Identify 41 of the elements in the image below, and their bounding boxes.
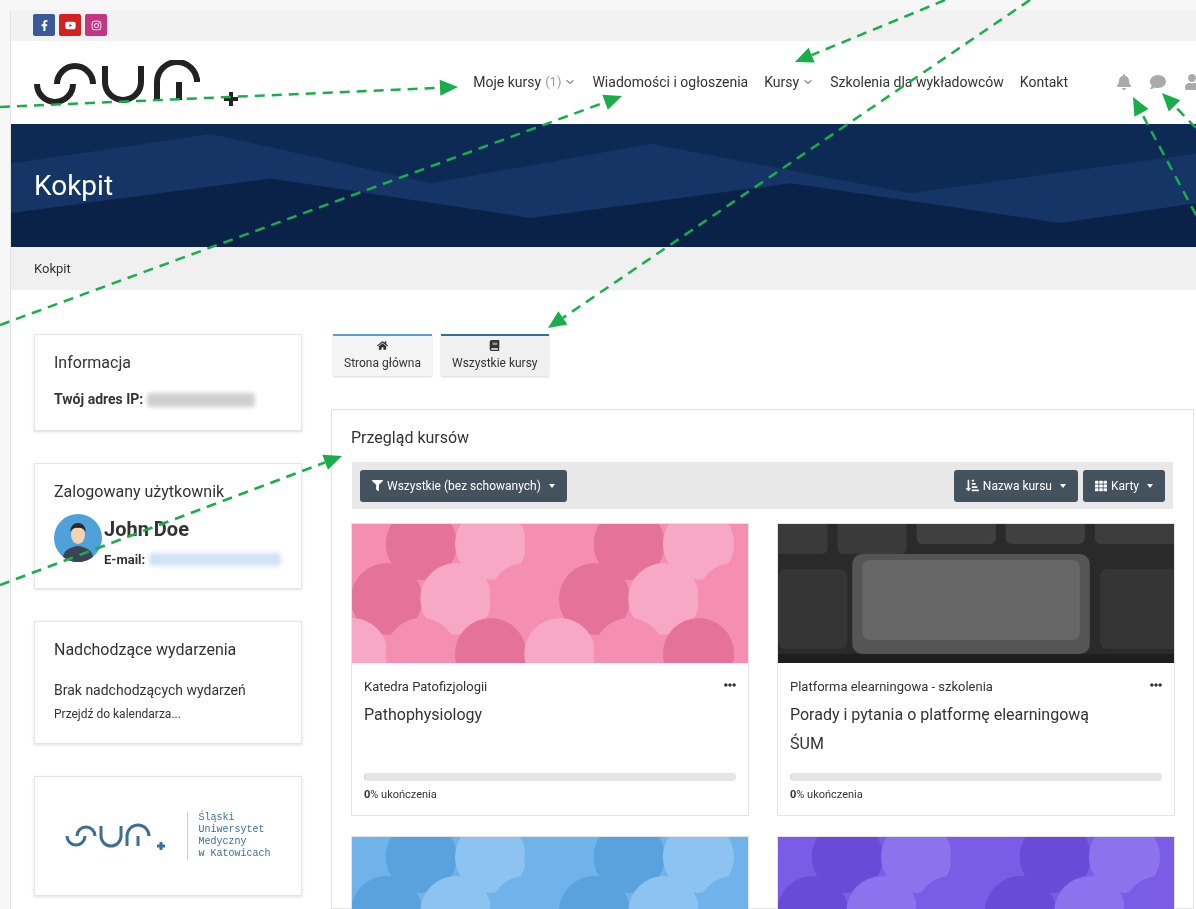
empty-message: Brak nadchodzących wydarzeń: [54, 680, 247, 700]
page-title: Kokpit: [34, 167, 114, 204]
filter-dropdown[interactable]: Wszystkie (bez schowanych): [360, 469, 567, 502]
nav-link[interactable]: Szkolenia dla wykładowców: [830, 71, 1004, 93]
card-title: Informacja: [54, 352, 132, 374]
nav-link[interactable]: Moje kursy (1): [473, 71, 577, 93]
tab[interactable]: Wszystkie kursy: [441, 334, 549, 376]
ip-label: Twój adres IP:: [54, 390, 144, 409]
sort-dropdown[interactable]: Nazwa kursu: [953, 469, 1078, 502]
course-card[interactable]: Platforma elearningowa - szkolenia Porady i pytania o platformę elearningową ŚUM 0% ukończenia: [777, 523, 1175, 816]
course-card[interactable]: Katedra Patofizjologii Pathophysiology 0% ukończenia: [351, 523, 749, 816]
card-title: Zalogowany użytkownik: [54, 481, 226, 503]
home-icon: [377, 340, 388, 351]
progress-text: 0% ukończenia: [364, 786, 438, 803]
nav-link[interactable]: Kontakt: [1019, 71, 1068, 93]
progress-text: 0% ukończenia: [790, 786, 864, 803]
breadcrumb-item[interactable]: Kokpit: [34, 258, 71, 279]
course-name[interactable]: Pathophysiology: [364, 699, 736, 729]
social-link[interactable]: [33, 14, 55, 37]
view-dropdown[interactable]: Karty: [1082, 469, 1165, 502]
nav-link[interactable]: Wiadomości i ogłoszenia: [592, 71, 749, 93]
sort-icon: [965, 479, 979, 492]
university-name: Śląski Uniwersytet Medyczny w Katowicach: [198, 811, 271, 860]
user-name: John Doe: [104, 516, 190, 543]
filter-icon: [372, 480, 383, 491]
nav-link[interactable]: Kursy: [764, 71, 815, 93]
youtube-icon: [64, 19, 76, 31]
book-icon: [489, 340, 501, 351]
panel-title: Przegląd kursów: [351, 427, 471, 449]
course-name[interactable]: Porady i pytania o platformę elearningową ŚUM: [790, 699, 1162, 758]
instagram-icon: [90, 19, 102, 31]
calendar-link[interactable]: Przejdź do kalendarza...: [54, 704, 282, 723]
email-label: E-mail:: [104, 551, 146, 569]
card-title: Nadchodzące wydarzenia: [54, 638, 238, 661]
social-link[interactable]: [85, 14, 107, 37]
tab[interactable]: Strona główna: [333, 334, 432, 376]
avatar: [54, 514, 102, 562]
course-category: Platforma elearningowa - szkolenia: [790, 678, 993, 696]
grid-icon: [1094, 479, 1107, 492]
social-link[interactable]: [59, 14, 81, 37]
course-category: Katedra Patofizjologii: [364, 678, 488, 696]
